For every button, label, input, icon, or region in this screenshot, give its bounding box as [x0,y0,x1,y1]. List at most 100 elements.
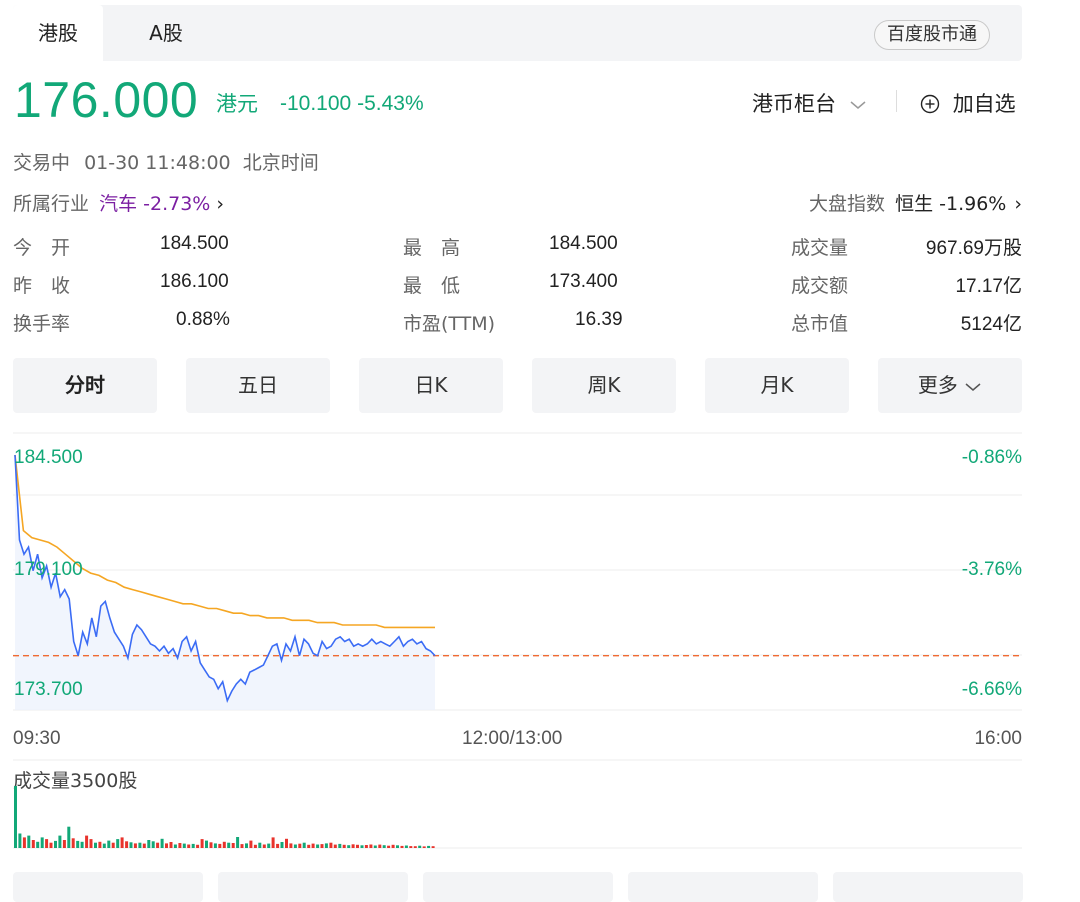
brand-pill-button[interactable]: 百度股市通 [874,20,990,50]
tab-more[interactable]: 更多 [878,358,1022,413]
volume-bar [227,842,231,848]
add-watchlist-button[interactable]: 加自选 [920,88,1016,118]
volume-bar [209,842,213,848]
tab-intraday[interactable]: 分时 [13,358,157,413]
industry-link[interactable]: 所属行业 汽车 -2.73% › [13,189,224,216]
volume-bar [58,835,62,848]
bottom-action-button[interactable] [423,872,613,902]
volume-bar [258,842,262,848]
market-tabbar: 港股 A股 百度股市通 [13,5,1022,61]
tab-weekly-k[interactable]: 周K [532,358,676,413]
index-label: 大盘指数 [809,193,886,215]
volume-bar [262,844,266,848]
volume-bar [40,837,44,848]
volume-bar [413,846,417,848]
volume-bar [316,844,320,848]
tab-five-day[interactable]: 五日 [186,358,330,413]
intraday-chart[interactable] [0,420,1080,720]
stat-volume-value: 967.69万股 [925,238,1022,259]
volume-bar [49,842,53,848]
volume-bar [200,839,204,848]
bottom-action-button[interactable] [218,872,408,902]
chevron-down-icon [965,382,981,391]
stat-pe-label: 市盈(TTM) [403,313,496,335]
volume-bar [387,845,391,848]
price-area [15,455,435,710]
stat-open-label: 今 开 [13,237,71,259]
volume-bar [338,843,342,848]
volume-bar [307,844,311,848]
y-axis-pct-mid: -3.76% [961,559,1022,580]
volume-bar [54,840,57,848]
volume-bar [276,843,280,848]
volume-bar [27,835,31,848]
currency-label: 港元 [216,92,258,116]
bottom-action-button[interactable] [833,872,1023,902]
volume-bar [382,845,386,848]
volume-bar [45,839,49,848]
volume-bar [378,844,382,848]
volume-bar [160,838,164,848]
volume-bar [360,845,364,848]
volume-bar [240,844,244,848]
divider [896,90,897,112]
volume-bar [431,846,435,848]
volume-bar [302,842,306,848]
price-change-amount: -10.100 [280,92,352,115]
stat-turnover-label: 换手率 [13,313,71,335]
volume-bar [231,843,235,848]
industry-name: 汽车 [99,193,138,215]
volume-bar [418,845,422,848]
volume-bar [151,841,155,848]
stat-low-label: 最 低 [403,275,461,297]
current-price: 176.000 [14,72,199,128]
volume-bar [191,843,195,848]
volume-bar [76,840,80,848]
volume-bar [400,845,404,848]
stat-high-label: 最 高 [403,237,461,259]
bottom-action-button[interactable] [13,872,203,902]
volume-bar [373,845,377,848]
volume-bar [71,838,75,848]
stat-open-value: 184.500 [160,233,229,254]
volume-bar [116,839,120,848]
industry-label: 所属行业 [13,193,90,215]
volume-bar [329,842,333,848]
tab-monthly-k[interactable]: 月K [705,358,849,413]
index-link[interactable]: 大盘指数 恒生 -1.96% › [809,189,1022,216]
counter-label: 港币柜台 [752,92,836,116]
tab-daily-k[interactable]: 日K [359,358,503,413]
volume-bar [89,839,93,848]
volume-bar [187,844,191,848]
volume-bar [36,841,40,848]
volume-chart[interactable] [0,758,1080,853]
volume-bar [98,841,102,848]
counter-selector[interactable]: 港币柜台 [752,88,867,118]
volume-bar [213,843,217,848]
volume-bar [31,840,35,848]
volume-bar [285,838,288,848]
status-datetime: 01-30 11:48:00 [84,152,231,174]
volume-bar [249,840,253,848]
volume-bar [298,843,302,848]
chevron-right-icon: › [1014,193,1022,215]
volume-bar [311,843,315,848]
volume-bar [142,843,146,848]
bottom-action-button[interactable] [628,872,818,902]
time-label-open: 09:30 [13,728,61,749]
volume-bar [422,846,426,848]
volume-bar [342,844,346,848]
stat-prev-close-label: 昨 收 [13,275,71,297]
volume-bar [267,843,271,848]
tab-more-label: 更多 [917,373,958,397]
index-name: 恒生 [895,193,934,215]
volume-bar [391,844,395,848]
tab-hk-stocks[interactable]: 港股 [13,5,103,61]
volume-bar [236,837,240,848]
volume-bar [289,843,293,848]
index-change: -1.96% [939,193,1007,215]
tab-a-shares[interactable]: A股 [131,5,201,61]
volume-bar [62,840,66,848]
stat-high-value: 184.500 [549,233,618,254]
y-axis-pct-bottom: -6.66% [961,679,1022,700]
